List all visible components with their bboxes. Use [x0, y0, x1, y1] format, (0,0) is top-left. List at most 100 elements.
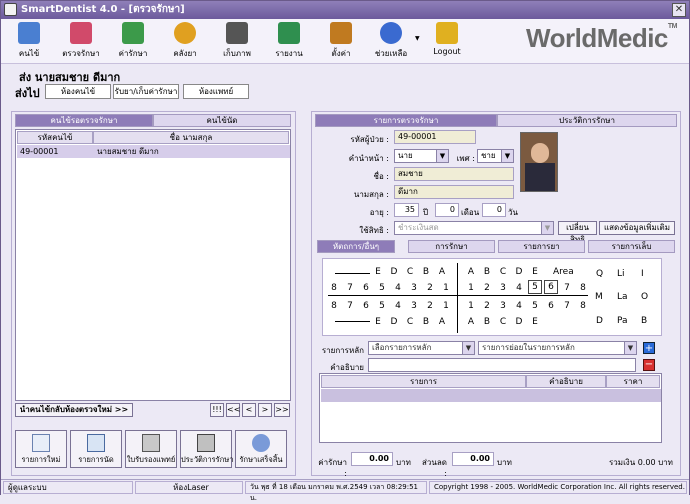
nav-next-button[interactable]: > [258, 403, 272, 417]
tooth-number[interactable]: 3 [498, 301, 508, 311]
new-record-button[interactable]: รายการใหม่ [15, 430, 67, 468]
surface-q[interactable]: Q [596, 269, 603, 279]
description-input[interactable] [368, 358, 636, 372]
tooth-letter[interactable]: C [405, 317, 415, 327]
tooth-number[interactable]: 2 [482, 283, 492, 293]
tab-nails[interactable]: รายการเล็บ [588, 240, 675, 253]
toolbar-patients-button[interactable]: คนไข้ [5, 22, 53, 62]
tooth-letter[interactable]: B [421, 317, 431, 327]
sex-select[interactable]: ชาย ▼ [477, 149, 514, 163]
surface-li[interactable]: Li [617, 269, 625, 279]
toolbar-report-button[interactable]: รายงาน [265, 22, 313, 62]
main-item-select[interactable]: เลือกรายการหลัก ▼ [368, 341, 475, 355]
tooth-letter[interactable]: C [498, 317, 508, 327]
tab-appointments[interactable]: คนไข้นัด [153, 114, 291, 127]
tooth-letter[interactable]: D [514, 317, 524, 327]
tooth-letter[interactable]: B [482, 267, 492, 277]
tooth-letter[interactable]: B [421, 267, 431, 277]
tooth-number[interactable]: 7 [345, 301, 355, 311]
tooth-letter[interactable]: E [373, 267, 383, 277]
nav-last-button[interactable]: >> [274, 403, 290, 417]
tooth-number[interactable]: 8 [578, 283, 588, 293]
send-doctor-room-button[interactable]: ห้องแพทย์ [183, 84, 249, 99]
tooth-letter[interactable]: C [405, 267, 415, 277]
tooth-letter[interactable]: D [389, 317, 399, 327]
tab-medicines[interactable]: รายการยา [498, 240, 585, 253]
send-pharmacy-button[interactable]: รับยา/เก็บค่ารักษา [113, 84, 179, 99]
tooth-number[interactable]: 6 [361, 283, 371, 293]
patient-list[interactable]: รหัสคนไข้ ชื่อ นามสกุล 49-00001 นายสมชาย… [15, 129, 291, 401]
tooth-letter[interactable]: E [530, 317, 540, 327]
tooth-number[interactable]: 6 [361, 301, 371, 311]
treatment-cost-field[interactable]: 0.00 [351, 452, 393, 466]
prefix-select[interactable]: นาย ▼ [394, 149, 449, 163]
tooth-number[interactable]: 1 [441, 283, 451, 293]
tooth-number[interactable]: 6 [546, 301, 556, 311]
add-item-icon[interactable]: + [643, 342, 655, 354]
tooth-letter[interactable]: B [482, 317, 492, 327]
tooth-letter[interactable]: E [530, 267, 540, 277]
tooth-number[interactable]: 1 [441, 301, 451, 311]
tooth-number[interactable]: 4 [393, 283, 403, 293]
tooth-number[interactable]: 4 [393, 301, 403, 311]
tab-treatment-items[interactable]: รายการตรวจรักษา [315, 114, 497, 127]
medical-certificate-button[interactable]: ใบรับรองแพทย์ [125, 430, 177, 468]
tooth-letter[interactable]: A [437, 267, 447, 277]
tooth-number[interactable]: 2 [482, 301, 492, 311]
treatment-history-button[interactable]: ประวัติการรักษา [180, 430, 233, 468]
surface-pa[interactable]: Pa [617, 316, 628, 326]
area-label[interactable]: Area [553, 267, 574, 277]
table-row[interactable]: 49-00001 นายสมชาย ดีมาก [17, 145, 290, 158]
toolbar-camera-button[interactable]: เก็บภาพ [213, 22, 261, 62]
toolbar-settings-button[interactable]: ตั้งค่า [317, 22, 365, 62]
nav-mark-button[interactable]: !!! [210, 403, 224, 417]
tooth-number[interactable]: 7 [562, 301, 572, 311]
tooth-letter[interactable]: E [373, 317, 383, 327]
tooth-letter[interactable]: D [389, 267, 399, 277]
tooth-number[interactable]: 5 [530, 301, 540, 311]
tooth-letter[interactable]: D [514, 267, 524, 277]
change-rights-button[interactable]: เปลี่ยนสิทธิ [558, 221, 597, 244]
toolbar-treatment-button[interactable]: ตรวจรักษา [57, 22, 105, 62]
tooth-number[interactable]: 8 [329, 301, 339, 311]
tooth-number[interactable]: 8 [329, 283, 339, 293]
surface-b[interactable]: B [641, 316, 647, 326]
tooth-number-selected[interactable]: 5 [528, 280, 542, 294]
tooth-chart[interactable]: E D C B A A B C D E Area 8 7 6 5 4 3 2 1… [322, 258, 662, 336]
treatment-items-table[interactable]: รายการ คำอธิบาย ราคา [319, 373, 662, 443]
toolbar-fees-button[interactable]: ค่ารักษา [109, 22, 157, 62]
tooth-number[interactable]: 5 [377, 301, 387, 311]
toolbar-help-button[interactable]: ช่วยเหลือ [367, 22, 415, 62]
surface-m[interactable]: M [595, 292, 603, 302]
tooth-number[interactable]: 2 [425, 283, 435, 293]
tooth-number[interactable]: 1 [466, 283, 476, 293]
tooth-number[interactable]: 4 [514, 301, 524, 311]
tooth-number[interactable]: 3 [409, 283, 419, 293]
rights-select[interactable]: ชำระเงินสด ▼ [394, 221, 554, 235]
sub-item-select[interactable]: รายการย่อยในรายการหลัก ▼ [478, 341, 637, 355]
tooth-number[interactable]: 5 [377, 283, 387, 293]
age-months-field[interactable]: 0 [435, 203, 459, 217]
surface-o[interactable]: O [641, 292, 648, 302]
tooth-number[interactable]: 4 [514, 283, 524, 293]
surface-i[interactable]: I [641, 269, 644, 279]
surface-la[interactable]: La [617, 292, 628, 302]
toolbar-logout-button[interactable]: Logout [423, 22, 471, 62]
tab-treatment-history[interactable]: ประวัติการรักษา [497, 114, 677, 127]
remove-item-icon[interactable]: − [643, 359, 655, 371]
tooth-number[interactable]: 7 [345, 283, 355, 293]
tooth-number[interactable]: 3 [498, 283, 508, 293]
table-row[interactable] [321, 389, 661, 402]
chevron-down-icon[interactable]: ▼ [415, 35, 420, 42]
tooth-number[interactable]: 2 [425, 301, 435, 311]
appointments-button[interactable]: รายการนัด [70, 430, 122, 468]
tooth-number[interactable]: 7 [562, 283, 572, 293]
return-to-exam-button[interactable]: นำคนไข้กลับห้องตรวจใหม่ >> [15, 403, 133, 417]
tooth-number[interactable]: 1 [466, 301, 476, 311]
tooth-number[interactable]: 8 [578, 301, 588, 311]
send-patient-room-button[interactable]: ห้องคนไข้ [45, 84, 111, 99]
tooth-letter[interactable]: A [466, 267, 476, 277]
close-icon[interactable]: ✕ [672, 3, 686, 17]
tooth-letter[interactable]: C [498, 267, 508, 277]
nav-first-button[interactable]: << [226, 403, 240, 417]
